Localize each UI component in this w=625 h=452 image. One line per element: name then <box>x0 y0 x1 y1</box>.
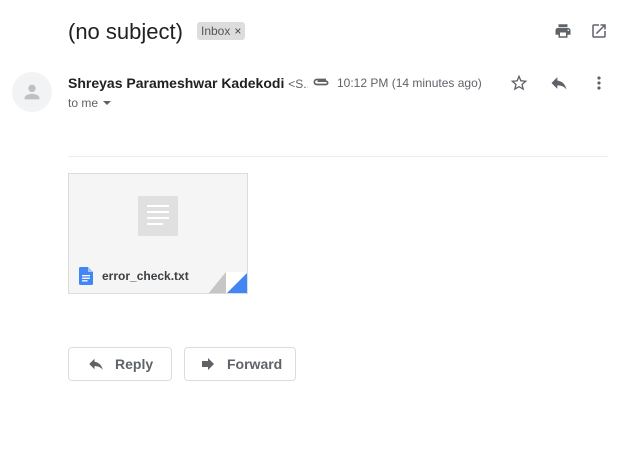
star-button[interactable] <box>507 71 531 95</box>
sender-line: Shreyas Parameshwar Kadekodi <S... <box>68 73 308 94</box>
reply-label: Reply <box>115 356 154 372</box>
chevron-down-icon <box>103 101 112 105</box>
forward-label: Forward <box>227 356 283 372</box>
forward-arrow-icon <box>202 358 214 370</box>
open-in-new-window-button[interactable] <box>587 19 611 43</box>
recipient-text: to me <box>68 96 99 110</box>
reply-button[interactable]: Reply <box>68 347 172 381</box>
recipient-details-toggle[interactable]: to me <box>68 94 112 112</box>
reply-icon-button[interactable] <box>547 71 571 95</box>
more-options-button[interactable] <box>587 71 611 95</box>
print-icon <box>555 24 571 38</box>
sender-email[interactable]: <S... <box>288 77 308 91</box>
message-time: 10:12 PM (14 minutes ago) <box>337 76 482 90</box>
reply-icon <box>551 77 567 90</box>
open-in-new-window-icon <box>592 24 606 38</box>
inbox-label-text: Inbox <box>201 24 231 38</box>
forward-button[interactable]: Forward <box>184 347 296 381</box>
sender-avatar[interactable] <box>12 72 52 112</box>
remove-label-icon[interactable]: × <box>234 22 241 40</box>
print-button[interactable] <box>551 19 575 43</box>
attachment-preview <box>69 174 247 260</box>
document-placeholder-icon <box>138 196 178 236</box>
reply-arrow-icon <box>89 358 103 370</box>
attachment-filename: error_check.txt <box>102 269 189 283</box>
message-divider <box>68 156 608 157</box>
attachment-card[interactable]: error_check.txt <box>68 173 248 294</box>
google-docs-icon <box>79 267 93 285</box>
star-icon <box>510 74 528 91</box>
email-subject: (no subject) <box>68 19 183 44</box>
inbox-label-chip[interactable]: Inbox × <box>197 22 246 40</box>
person-icon <box>24 84 40 100</box>
attachment-corner-fold <box>208 272 247 293</box>
more-vertical-icon <box>597 76 601 90</box>
sender-name[interactable]: Shreyas Parameshwar Kadekodi <box>68 75 284 91</box>
attachment-icon <box>313 78 329 86</box>
